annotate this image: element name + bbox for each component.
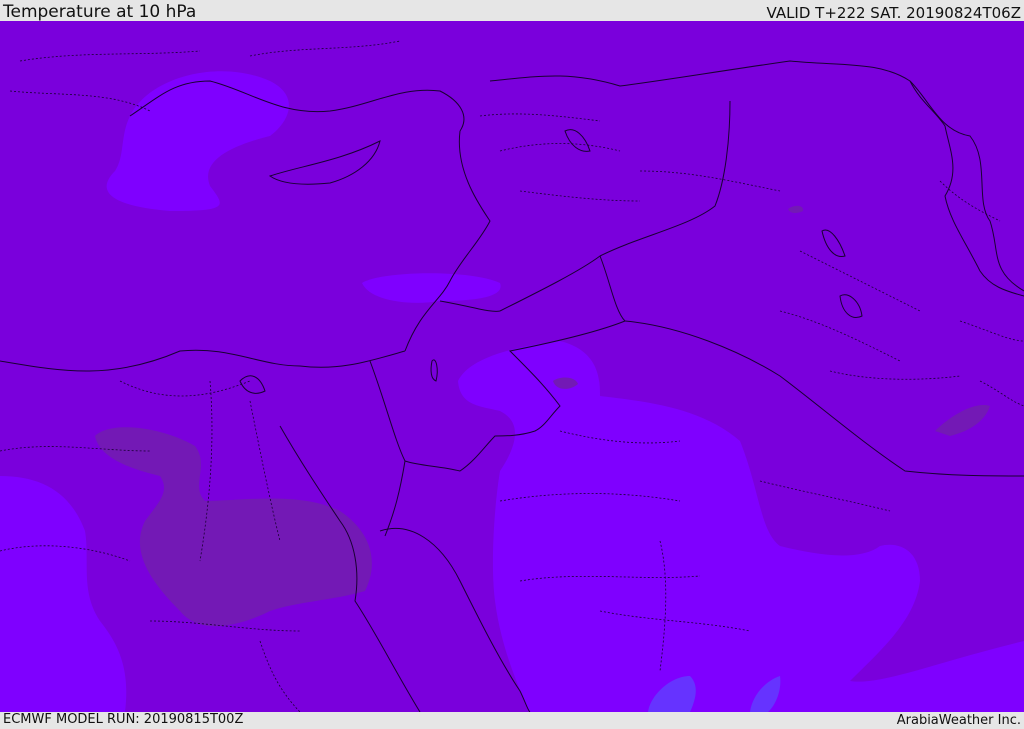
map-title: Temperature at 10 hPa [3, 2, 197, 22]
valid-time: VALID T+222 SAT. 20190824T06Z [766, 4, 1021, 22]
footer-bar: ECMWF MODEL RUN: 20190815T00Z ArabiaWeat… [0, 712, 1024, 729]
model-run: ECMWF MODEL RUN: 20190815T00Z [3, 712, 244, 727]
credit: ArabiaWeather Inc. [896, 713, 1021, 728]
temperature-map[interactable] [0, 21, 1024, 712]
header-bar: Temperature at 10 hPa VALID T+222 SAT. 2… [0, 0, 1024, 21]
